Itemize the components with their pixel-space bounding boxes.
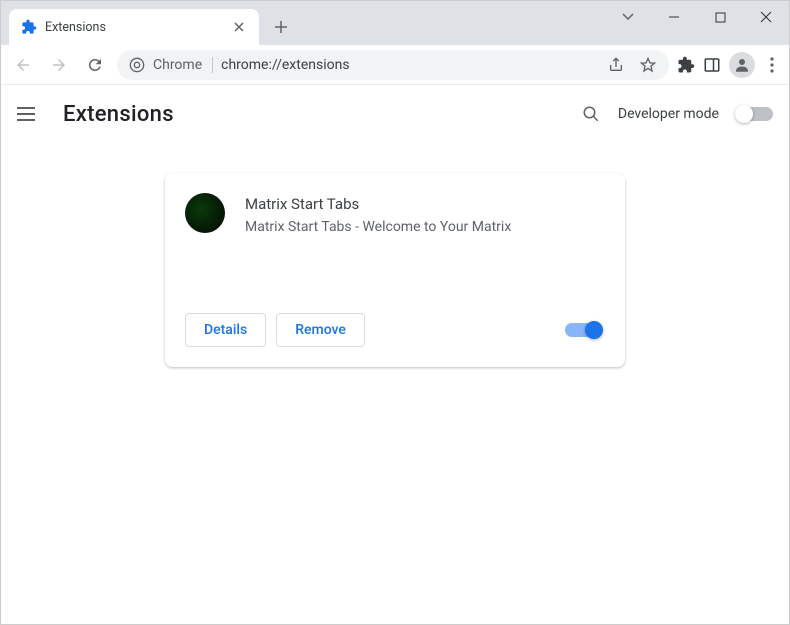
search-icon[interactable] bbox=[582, 105, 600, 123]
kebab-menu-icon[interactable] bbox=[763, 56, 781, 74]
close-window-button[interactable] bbox=[743, 1, 789, 33]
address-bar[interactable]: Chrome chrome://extensions bbox=[117, 50, 669, 80]
forward-button[interactable] bbox=[45, 51, 73, 79]
chrome-icon bbox=[129, 57, 145, 73]
details-button[interactable]: Details bbox=[185, 313, 266, 347]
page-title: Extensions bbox=[63, 102, 174, 127]
omnibox-url: chrome://extensions bbox=[221, 57, 599, 73]
hamburger-menu-button[interactable] bbox=[17, 102, 41, 126]
toggle-knob bbox=[735, 105, 753, 123]
tab-dropdown-icon[interactable] bbox=[605, 1, 651, 33]
browser-tab[interactable]: Extensions bbox=[9, 9, 259, 45]
developer-mode-toggle[interactable] bbox=[737, 107, 773, 121]
extension-card: Matrix Start Tabs Matrix Start Tabs - We… bbox=[165, 173, 625, 367]
close-tab-button[interactable] bbox=[231, 19, 247, 35]
browser-toolbar: Chrome chrome://extensions bbox=[1, 45, 789, 85]
share-icon[interactable] bbox=[607, 56, 625, 74]
extension-name: Matrix Start Tabs bbox=[245, 195, 605, 213]
remove-button[interactable]: Remove bbox=[276, 313, 365, 347]
profile-avatar[interactable] bbox=[729, 52, 755, 78]
omnibox-origin-label: Chrome bbox=[153, 57, 213, 73]
extension-icon bbox=[185, 193, 225, 233]
window-titlebar: Extensions bbox=[1, 1, 789, 45]
bookmark-icon[interactable] bbox=[639, 56, 657, 74]
reload-button[interactable] bbox=[81, 51, 109, 79]
developer-mode-label: Developer mode bbox=[618, 106, 719, 122]
extensions-icon[interactable] bbox=[677, 56, 695, 74]
side-panel-icon[interactable] bbox=[703, 56, 721, 74]
puzzle-icon bbox=[21, 19, 37, 35]
back-button[interactable] bbox=[9, 51, 37, 79]
toggle-knob bbox=[585, 321, 603, 339]
page-header: Extensions Developer mode bbox=[1, 85, 789, 143]
content-area: Matrix Start Tabs Matrix Start Tabs - We… bbox=[1, 143, 789, 397]
extension-enable-toggle[interactable] bbox=[565, 323, 601, 337]
minimize-button[interactable] bbox=[651, 1, 697, 33]
extension-description: Matrix Start Tabs - Welcome to Your Matr… bbox=[245, 219, 605, 235]
new-tab-button[interactable] bbox=[267, 13, 295, 41]
maximize-button[interactable] bbox=[697, 1, 743, 33]
tab-title: Extensions bbox=[45, 20, 223, 35]
